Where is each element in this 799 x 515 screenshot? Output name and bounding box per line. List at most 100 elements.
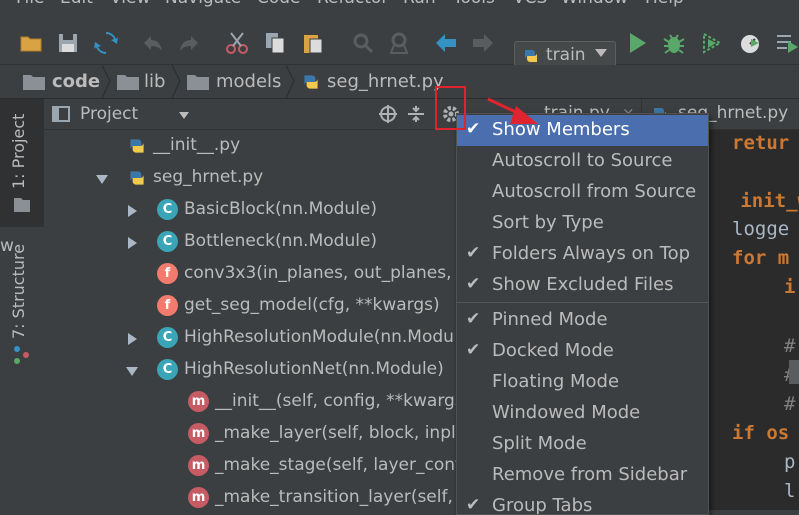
menu-vcs[interactable]: VCS — [513, 0, 547, 8]
python-file-icon — [304, 75, 318, 89]
menu-help[interactable]: Help — [645, 0, 684, 8]
method-icon: m — [188, 423, 209, 444]
menu-item-remove-from-sidebar[interactable]: Remove from Sidebar — [457, 460, 708, 491]
coverage-icon[interactable] — [699, 30, 725, 56]
copy-icon[interactable] — [262, 30, 288, 56]
class-icon: C — [157, 231, 178, 252]
navigate-back-icon[interactable] — [433, 30, 459, 56]
structure-icon — [14, 346, 29, 364]
menu-item-label: Split Mode — [492, 433, 587, 454]
check-icon: ✔ — [466, 340, 481, 360]
menu-bar: File Edit View Navigate Code Refactor Ru… — [0, 0, 799, 14]
menu-code[interactable]: Code — [257, 0, 301, 8]
tree-node-label: __init__(self, config, **kwargs — [215, 391, 464, 411]
menu-item-folders-always-on-top[interactable]: ✔ Folders Always on Top — [457, 239, 708, 270]
sync-icon[interactable] — [93, 30, 119, 56]
cut-icon[interactable] — [224, 30, 250, 56]
menu-edit[interactable]: Edit — [60, 0, 93, 8]
project-stripe-button[interactable]: 1: Project — [0, 99, 44, 227]
structure-tool-tab[interactable]: 7: Structure — [9, 244, 28, 339]
find-icon[interactable] — [350, 30, 376, 56]
folder-icon — [117, 75, 139, 90]
paste-icon[interactable] — [300, 30, 326, 56]
tree-node-label: __init__.py — [153, 135, 241, 155]
tree-node-label: conv3x3(in_planes, out_planes, s — [184, 263, 466, 283]
menu-item-floating-mode[interactable]: Floating Mode — [457, 367, 708, 398]
class-icon: C — [157, 199, 178, 220]
breadcrumb-lib[interactable]: lib — [144, 71, 165, 92]
project-folder-icon — [14, 198, 30, 212]
project-view-label[interactable]: Project — [80, 104, 138, 124]
python-file-icon — [130, 171, 144, 185]
breadcrumb-seg-hrnet[interactable]: seg_hrnet.py — [327, 71, 444, 92]
menu-item-split-mode[interactable]: Split Mode — [457, 429, 708, 460]
menu-tools[interactable]: Tools — [453, 0, 495, 8]
menu-item-windowed-mode[interactable]: Windowed Mode — [457, 398, 708, 429]
breadcrumb-separator-icon — [285, 65, 295, 98]
menu-item-label: Remove from Sidebar — [492, 464, 688, 485]
chevron-down-icon[interactable] — [126, 367, 138, 376]
code-line: if os — [732, 422, 790, 444]
save-icon[interactable] — [55, 30, 81, 56]
project-tool-tab[interactable]: 1: Project — [9, 114, 28, 189]
breadcrumb-models[interactable]: models — [216, 71, 281, 92]
code-view[interactable]: retur if init_w logge for m i # # # if o… — [732, 130, 799, 510]
chevron-down-icon[interactable] — [179, 112, 189, 119]
menu-item-label: Group Tabs — [492, 495, 593, 515]
chevron-right-icon[interactable] — [128, 237, 137, 249]
menu-navigate[interactable]: Navigate — [165, 0, 241, 8]
check-icon: ✔ — [466, 495, 481, 515]
replace-icon[interactable] — [386, 30, 412, 56]
profile-icon[interactable] — [737, 30, 763, 56]
tool-window-stripe: 1: Project 7: Structure — [0, 99, 45, 510]
method-icon: m — [188, 391, 209, 412]
function-icon: f — [157, 295, 178, 316]
menu-item-pinned-mode[interactable]: ✔ Pinned Mode — [457, 305, 708, 336]
breadcrumb: code lib models seg_hrnet.py — [0, 65, 799, 99]
open-icon[interactable] — [18, 30, 44, 56]
function-icon: f — [157, 263, 178, 284]
chevron-right-icon[interactable] — [128, 333, 137, 345]
locate-icon[interactable] — [378, 104, 398, 124]
python-icon — [525, 50, 537, 62]
menu-item-autoscroll-from-source[interactable]: Autoscroll from Source — [457, 177, 708, 208]
menu-run[interactable]: Run — [403, 0, 436, 8]
concurrency-icon[interactable] — [774, 30, 799, 56]
chevron-down-icon[interactable] — [96, 175, 108, 184]
menu-view[interactable]: View — [110, 0, 150, 8]
highlight-box — [435, 86, 466, 130]
navigate-forward-icon[interactable] — [470, 30, 496, 56]
menu-item-sort-by-type[interactable]: Sort by Type — [457, 208, 708, 239]
breadcrumb-code[interactable]: code — [52, 71, 100, 92]
code-line: logge — [732, 218, 790, 240]
check-icon: ✔ — [466, 309, 481, 329]
tree-node-label: _make_transition_layer(self, — [215, 487, 453, 507]
debug-icon[interactable] — [661, 30, 687, 56]
menu-window[interactable]: Window — [561, 0, 628, 8]
annotation-arrow-icon — [487, 97, 538, 124]
forward-icon[interactable] — [176, 30, 202, 56]
gear-popup-menu: ✔ Show Members Autoscroll to Source Auto… — [456, 113, 709, 515]
menu-file[interactable]: File — [16, 0, 44, 8]
tree-node-label: HighResolutionNet(nn.Module) — [184, 359, 444, 379]
menu-item-show-excluded-files[interactable]: ✔ Show Excluded Files — [457, 270, 708, 301]
project-tree: __init__.py seg_hrnet.py C BasicBlock(nn… — [44, 130, 474, 510]
tree-node-label: seg_hrnet.py — [153, 167, 264, 187]
code-line: i — [784, 276, 796, 298]
menu-item-autoscroll-to-source[interactable]: Autoscroll to Source — [457, 146, 708, 177]
run-icon[interactable] — [624, 30, 650, 56]
menu-refactor[interactable]: Refactor — [317, 0, 388, 8]
back-icon[interactable] — [140, 30, 166, 56]
scrollbar-thumb[interactable] — [789, 360, 799, 384]
class-icon: C — [157, 359, 178, 380]
menu-item-label: Floating Mode — [492, 371, 620, 392]
clipped-text: w — [0, 236, 14, 256]
menu-item-label: Autoscroll to Source — [492, 150, 673, 171]
menu-item-docked-mode[interactable]: ✔ Docked Mode — [457, 336, 708, 367]
chevron-right-icon[interactable] — [128, 205, 137, 217]
class-icon: C — [157, 327, 178, 348]
code-line: l — [784, 480, 796, 502]
menu-item-group-tabs[interactable]: ✔ Group Tabs — [457, 491, 708, 515]
menu-item-label: Autoscroll from Source — [492, 181, 697, 202]
collapse-all-icon[interactable] — [406, 104, 426, 124]
